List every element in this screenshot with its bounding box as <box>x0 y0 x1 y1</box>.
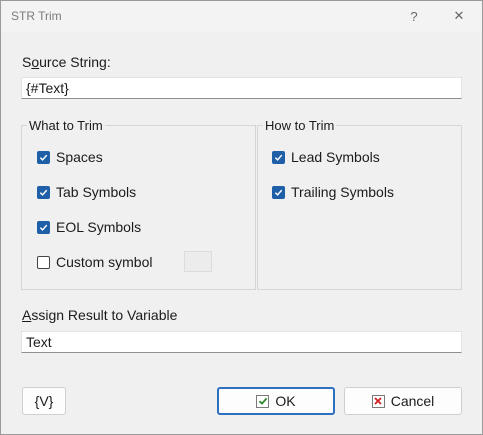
source-string-label: Source String: <box>22 54 111 70</box>
how-to-trim-title: How to Trim <box>263 118 337 133</box>
dialog-window: STR Trim ? ✕ Source String: {#Text} What… <box>0 0 483 435</box>
checkbox-unchecked-icon <box>37 255 50 269</box>
variables-button-label: {V} <box>34 393 54 409</box>
checkbox-checked-icon <box>37 185 50 199</box>
lead-symbols-label: Lead Symbols <box>291 149 380 165</box>
custom-symbol-checkbox[interactable]: Custom symbol <box>37 254 152 270</box>
ok-button[interactable]: OK <box>217 387 335 415</box>
assign-result-field[interactable]: Text <box>21 331 462 353</box>
check-icon <box>256 394 270 408</box>
custom-symbol-field[interactable] <box>184 251 212 272</box>
cancel-button[interactable]: Cancel <box>344 387 462 415</box>
custom-symbol-label: Custom symbol <box>56 254 153 270</box>
variables-button[interactable]: {V} <box>22 387 66 415</box>
window-title: STR Trim <box>11 9 62 23</box>
checkbox-checked-icon <box>272 150 285 164</box>
tab-symbols-label: Tab Symbols <box>56 184 137 200</box>
eol-symbols-checkbox[interactable]: EOL Symbols <box>37 219 141 235</box>
source-string-field[interactable]: {#Text} <box>21 77 462 99</box>
assign-result-label: Assign Result to Variable <box>22 307 178 323</box>
spaces-checkbox[interactable]: Spaces <box>37 149 103 165</box>
eol-symbols-label: EOL Symbols <box>56 219 142 235</box>
trailing-symbols-label: Trailing Symbols <box>291 184 394 200</box>
spaces-label: Spaces <box>56 149 103 165</box>
ok-button-label: OK <box>275 393 296 409</box>
checkbox-checked-icon <box>272 185 285 199</box>
checkbox-checked-icon <box>37 220 50 234</box>
trailing-symbols-checkbox[interactable]: Trailing Symbols <box>272 184 394 200</box>
checkbox-checked-icon <box>37 150 50 164</box>
help-icon[interactable]: ? <box>399 5 429 27</box>
lead-symbols-checkbox[interactable]: Lead Symbols <box>272 149 380 165</box>
what-to-trim-title: What to Trim <box>27 118 105 133</box>
tab-symbols-checkbox[interactable]: Tab Symbols <box>37 184 136 200</box>
title-bar: STR Trim ? ✕ <box>1 1 482 32</box>
x-icon <box>371 394 385 408</box>
cancel-button-label: Cancel <box>390 393 435 409</box>
close-icon[interactable]: ✕ <box>444 5 474 27</box>
